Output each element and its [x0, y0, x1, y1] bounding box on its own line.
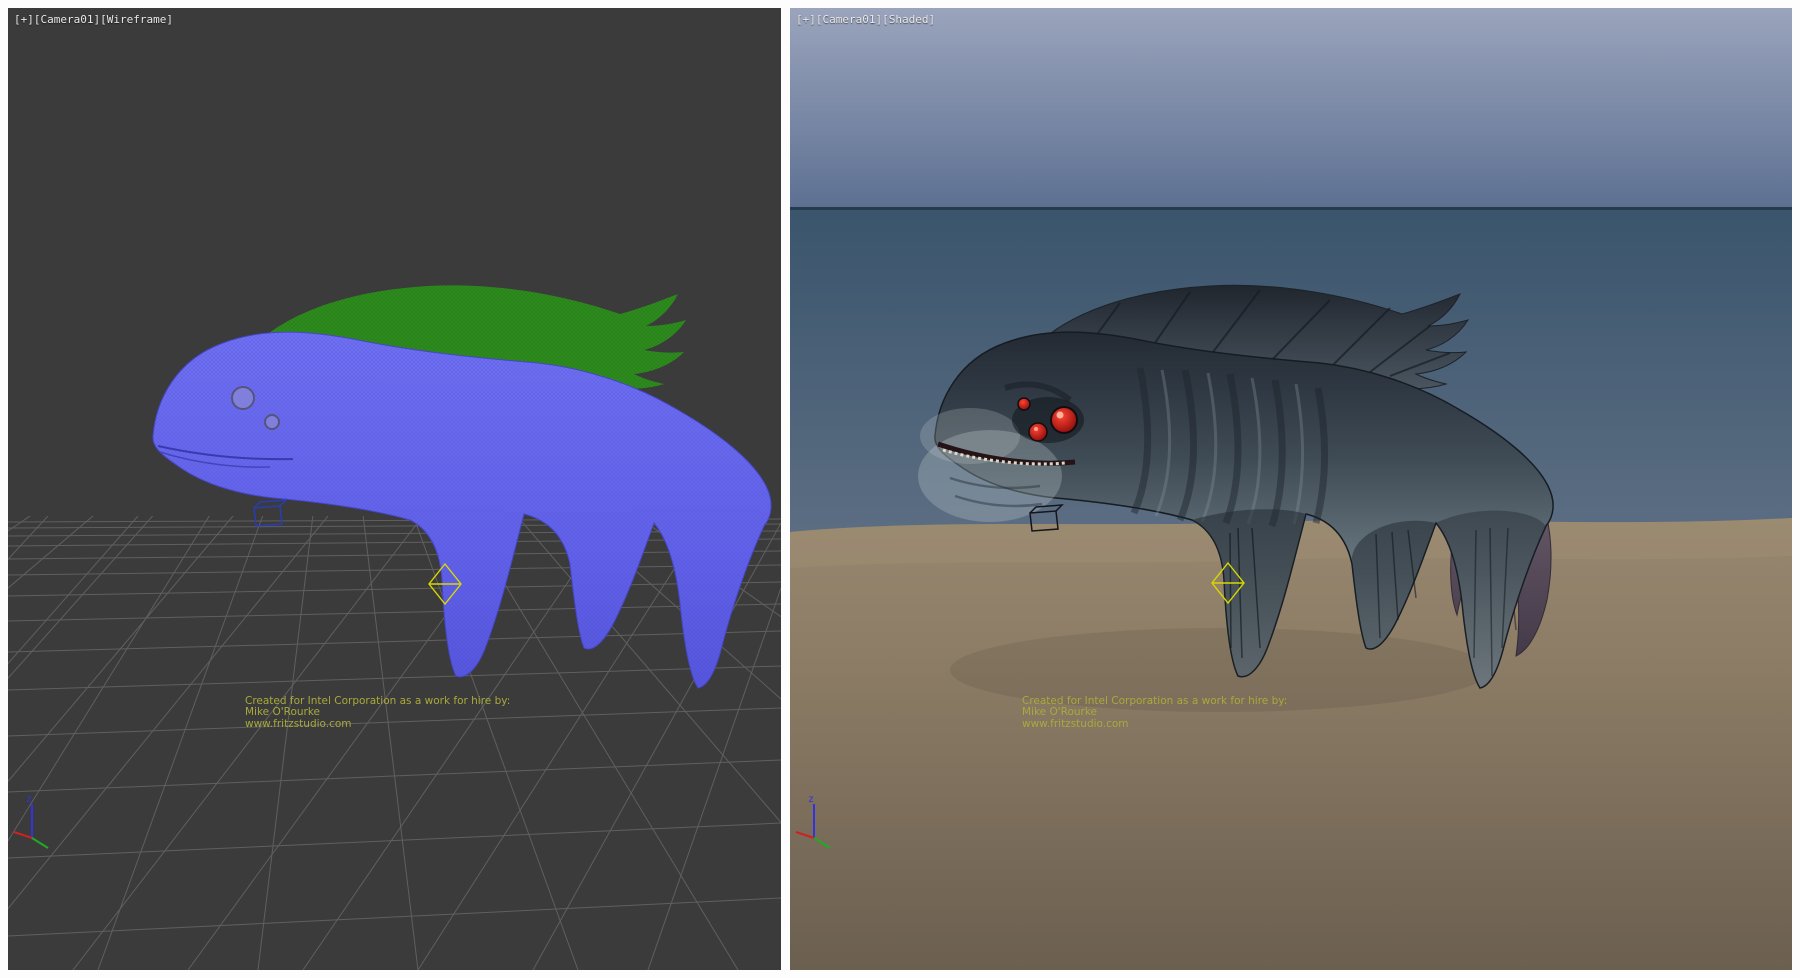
helper-box-gizmo[interactable]	[254, 500, 286, 526]
viewport-wireframe[interactable]: [+][Camera01][Wireframe]	[8, 8, 781, 970]
fish-eye-large	[1051, 407, 1077, 433]
fish-eye-wireframe	[232, 387, 254, 409]
horizon-line	[790, 207, 1792, 210]
fish-eye-mid	[1029, 423, 1047, 441]
viewport-menu-shading[interactable]: [Wireframe]	[100, 13, 173, 26]
axis-z-label: z	[808, 794, 814, 805]
fish-eye-wireframe	[265, 415, 279, 429]
fish-eye-small	[1018, 398, 1030, 410]
viewport-menu-general[interactable]: [+]	[796, 13, 816, 26]
viewport-menu-camera[interactable]: [Camera01]	[816, 13, 882, 26]
watermark-line3: www.fritzstudio.com	[245, 719, 510, 730]
fish-body-wireframe[interactable]	[153, 332, 771, 688]
viewport-menu-camera[interactable]: [Camera01]	[34, 13, 100, 26]
watermark-line3: www.fritzstudio.com	[1022, 719, 1287, 730]
sand-ground	[790, 518, 1792, 970]
viewport-menu-shading[interactable]: [Shaded]	[882, 13, 935, 26]
watermark: Created for Intel Corporation as a work …	[245, 696, 510, 730]
wireframe-scene-canvas[interactable]: z	[8, 8, 781, 970]
shaded-scene-canvas[interactable]: z	[790, 8, 1792, 970]
viewport-label: [+][Camera01][Wireframe]	[14, 13, 173, 26]
viewport-label: [+][Camera01][Shaded]	[796, 13, 935, 26]
sky	[790, 8, 1792, 209]
watermark-line2: Mike O'Rourke	[1022, 707, 1287, 718]
eye-highlight	[1034, 427, 1038, 431]
watermark: Created for Intel Corporation as a work …	[1022, 696, 1287, 730]
watermark-line2: Mike O'Rourke	[245, 707, 510, 718]
viewport-menu-general[interactable]: [+]	[14, 13, 34, 26]
viewport-shaded[interactable]: [+][Camera01][Shaded]	[790, 8, 1792, 970]
eye-highlight	[1057, 412, 1064, 419]
axis-tripod: z	[14, 794, 48, 848]
axis-z-label: z	[26, 794, 32, 805]
